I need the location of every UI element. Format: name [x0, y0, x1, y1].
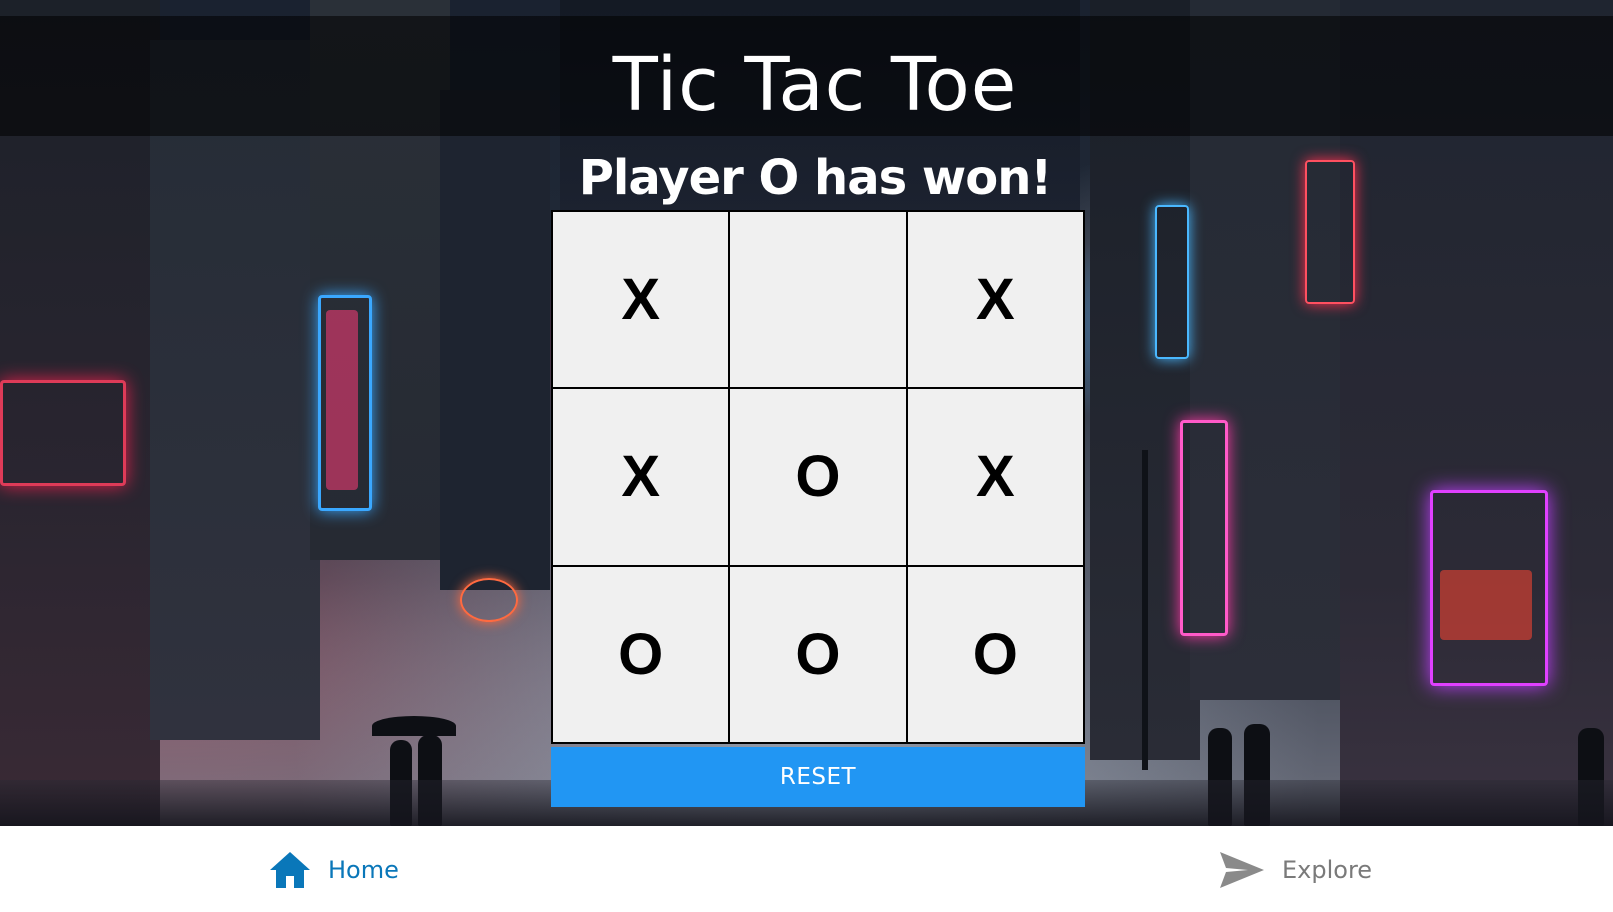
board-cell[interactable]: O: [906, 565, 1084, 743]
board-cell[interactable]: X: [552, 388, 730, 566]
nav-home-label: Home: [328, 856, 399, 884]
board-cell[interactable]: O: [729, 388, 907, 566]
game-board: X X X O X O O O: [551, 210, 1085, 744]
game-status: Player O has won!: [578, 150, 1053, 206]
nav-explore-label: Explore: [1282, 856, 1373, 884]
board-cell[interactable]: O: [729, 565, 907, 743]
reset-button[interactable]: RESET: [551, 747, 1085, 807]
board-cell[interactable]: [729, 211, 907, 389]
home-icon: [270, 852, 310, 888]
send-icon: [1220, 852, 1264, 888]
board-cell[interactable]: O: [552, 565, 730, 743]
page-title: Tic Tac Toe: [612, 42, 1018, 128]
nav-explore[interactable]: Explore: [1218, 848, 1372, 892]
nav-home[interactable]: Home: [268, 848, 399, 892]
board-cell[interactable]: X: [906, 388, 1084, 566]
board-cell[interactable]: X: [906, 211, 1084, 389]
board-cell[interactable]: X: [552, 211, 730, 389]
bottom-nav: Home Explore: [0, 826, 1613, 912]
